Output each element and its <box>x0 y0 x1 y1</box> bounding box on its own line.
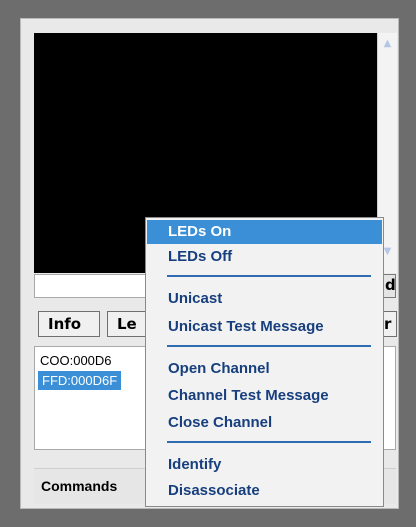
menu-item-label: Identify <box>168 456 222 473</box>
device-item-ffd[interactable]: FFD:000D6F <box>38 371 122 390</box>
scroll-up-arrow-icon[interactable]: ▲ <box>381 37 394 50</box>
menu-separator <box>167 275 371 277</box>
menu-item-label: Unicast <box>168 290 223 307</box>
tab-info[interactable]: Info <box>38 311 100 337</box>
tab-leds-label: Le <box>117 315 137 333</box>
context-menu: LEDs On LEDs Off Unicast Unicast Test Me… <box>145 217 384 507</box>
commands-label[interactable]: Commands <box>41 478 117 494</box>
menu-item-leds-off[interactable]: LEDs Off <box>147 245 382 269</box>
menu-item-label: Close Channel <box>168 414 273 431</box>
menu-item-label: LEDs On <box>168 223 232 240</box>
menu-item-label: Unicast Test Message <box>168 318 324 335</box>
menu-item-leds-on[interactable]: LEDs On <box>147 220 382 244</box>
menu-item-open-channel[interactable]: Open Channel <box>147 357 382 381</box>
menu-item-channel-test-message[interactable]: Channel Test Message <box>147 384 382 408</box>
tab-leds[interactable]: Le <box>107 311 147 337</box>
tab-other-label: r <box>384 315 392 333</box>
menu-item-close-channel[interactable]: Close Channel <box>147 411 382 435</box>
menu-separator <box>167 345 371 347</box>
menu-item-label: Open Channel <box>168 360 270 377</box>
menu-item-label: Channel Test Message <box>168 387 329 404</box>
device-item-label: COO:000D6 <box>40 353 112 368</box>
menu-item-label: Disassociate <box>168 482 260 499</box>
tab-info-label: Info <box>48 315 82 333</box>
device-item-label: FFD:000D6F <box>42 373 118 388</box>
menu-item-disassociate[interactable]: Disassociate <box>147 479 382 503</box>
menu-item-label: LEDs Off <box>168 248 233 265</box>
device-item-coordinator[interactable]: COO:000D6 <box>40 351 112 370</box>
send-button-label: d <box>385 276 396 294</box>
menu-item-unicast-test-message[interactable]: Unicast Test Message <box>147 315 382 339</box>
menu-separator <box>167 441 371 443</box>
menu-item-unicast[interactable]: Unicast <box>147 287 382 311</box>
menu-item-identify[interactable]: Identify <box>147 453 382 477</box>
